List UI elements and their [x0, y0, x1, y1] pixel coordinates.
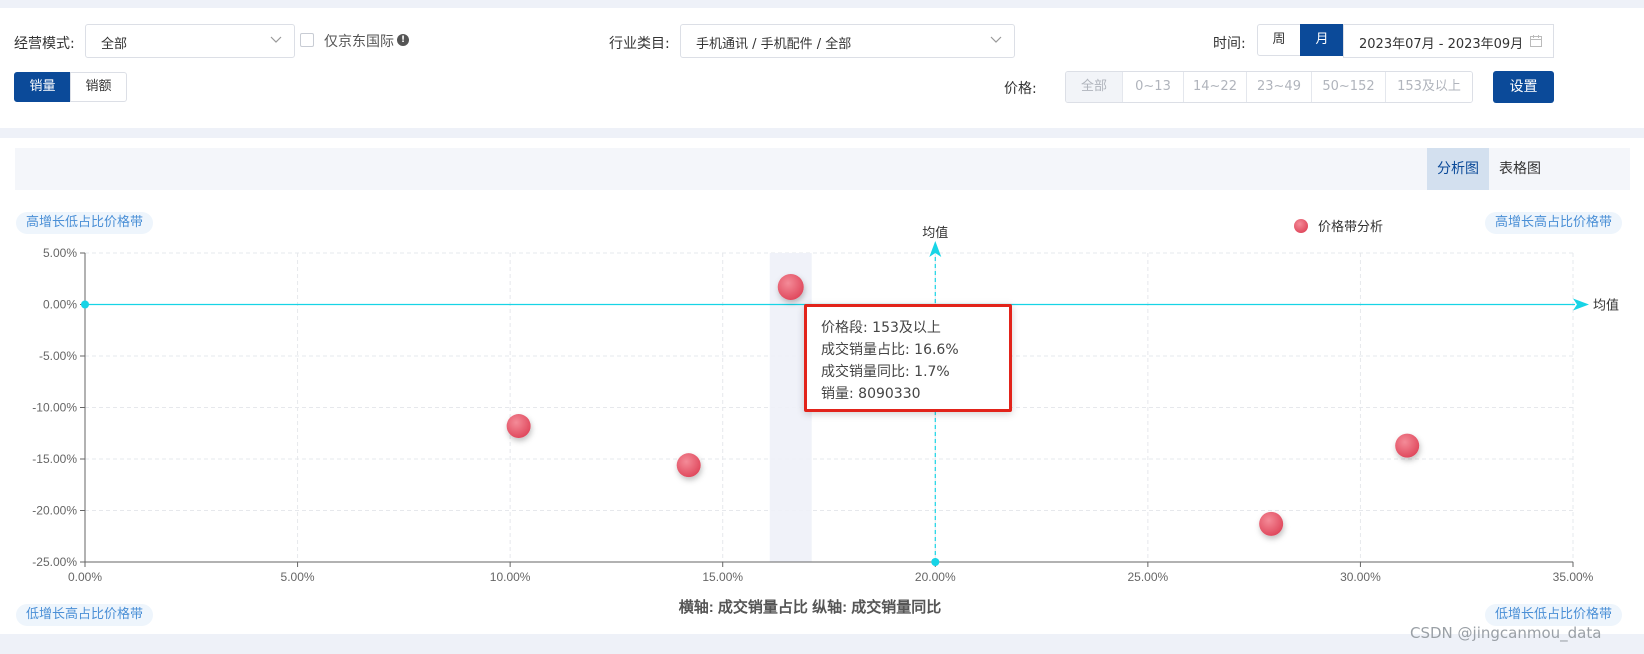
legend-marker[interactable]: [1294, 219, 1308, 233]
scatter-point[interactable]: [777, 273, 804, 300]
legend-label[interactable]: 价格带分析: [1318, 219, 1383, 234]
x-tick-label: 15.00%: [702, 570, 743, 584]
y-tick-label: -15.00%: [32, 452, 77, 466]
y-tick-label: -25.00%: [32, 555, 77, 569]
x-tick-label: 5.00%: [281, 570, 315, 584]
y-tick-label: 0.00%: [43, 298, 77, 312]
y-tick-label: -10.00%: [32, 401, 77, 415]
x-tick-label: 30.00%: [1340, 570, 1381, 584]
axis-caption: 横轴: 成交销量占比 纵轴: 成交销量同比: [679, 598, 942, 616]
y-tick-label: -20.00%: [32, 504, 77, 518]
x-tick-label: 0.00%: [68, 570, 102, 584]
scatter-point[interactable]: [506, 414, 531, 439]
scatter-point[interactable]: [676, 453, 701, 478]
mean-dot-left: [81, 300, 89, 309]
tooltip-volume: 销量: 8090330: [821, 386, 921, 402]
tooltip-price-band: 价格段: 153及以上: [821, 320, 941, 336]
mean-dot-bottom: [931, 558, 940, 566]
x-tick-label: 35.00%: [1553, 570, 1594, 584]
x-tick-label: 10.00%: [490, 570, 531, 584]
x-tick-label: 25.00%: [1128, 570, 1169, 584]
quadrant-tag-top-right: 高增长高占比价格带: [1485, 212, 1623, 234]
mean-label-vertical: 均值: [922, 225, 948, 240]
quadrant-tag-bottom-right: 低增长低占比价格带: [1485, 604, 1623, 626]
scatter-point[interactable]: [1395, 433, 1420, 458]
point-tooltip: 价格段: 153及以上 成交销量占比: 16.6% 成交销量同比: 1.7% 销…: [804, 304, 1012, 412]
y-tick-label: 5.00%: [43, 246, 77, 260]
scatter-point[interactable]: [1259, 511, 1284, 536]
tooltip-share: 成交销量占比: 16.6%: [821, 342, 959, 358]
y-tick-label: -5.00%: [39, 349, 77, 363]
tooltip-yoy: 成交销量同比: 1.7%: [821, 364, 950, 380]
watermark: CSDN @jingcanmou_data: [1410, 624, 1602, 642]
quadrant-tag-top-left: 高增长低占比价格带: [16, 212, 154, 234]
mean-label-horizontal: 均值: [1593, 298, 1619, 313]
x-tick-label: 20.00%: [915, 570, 956, 584]
quadrant-tag-bottom-left: 低增长高占比价格带: [16, 604, 154, 626]
mean-arrow-right: [1573, 298, 1589, 311]
